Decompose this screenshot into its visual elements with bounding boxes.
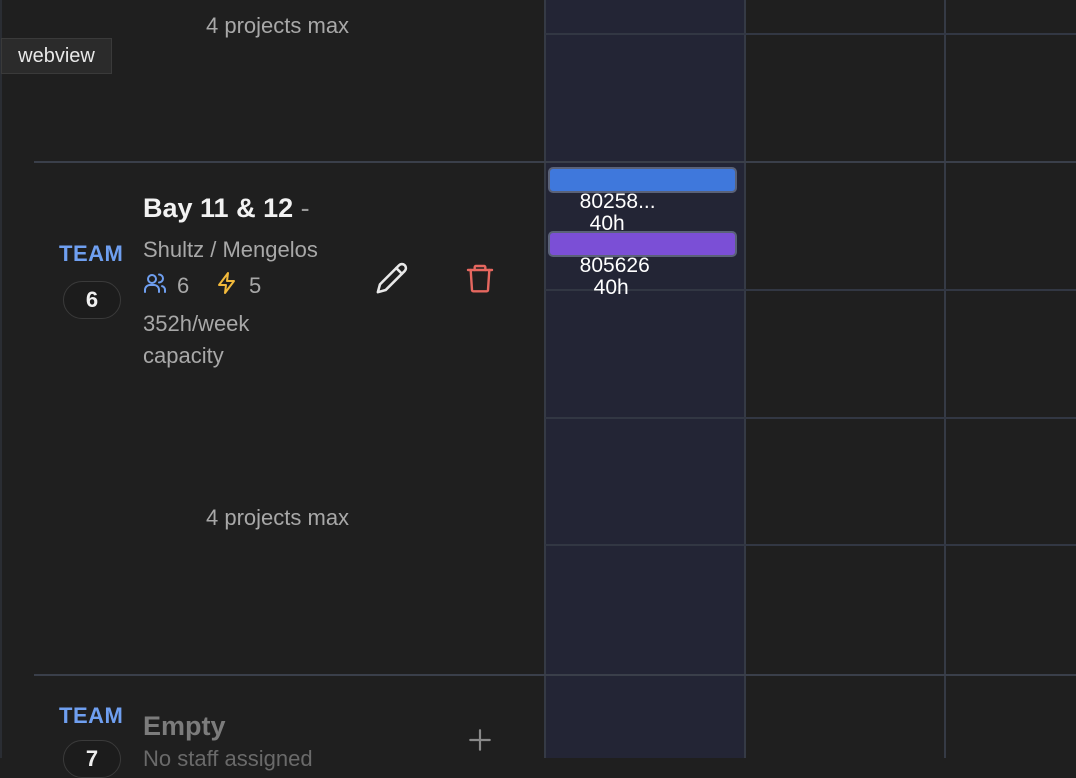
assignment-project: 805626	[579, 254, 650, 277]
team-divider	[34, 161, 1076, 163]
grid-divider	[744, 0, 746, 758]
team-leads: Shultz / Mengelos	[143, 237, 318, 262]
assignment-chip[interactable]: 80258... 40h	[548, 167, 737, 235]
team-title-text: Bay 11 & 12	[143, 193, 294, 223]
team-label: TEAM	[59, 703, 124, 728]
assignment-hours: 40h	[593, 276, 629, 299]
delete-team-button[interactable]	[460, 260, 500, 300]
power-count: 5	[215, 271, 261, 301]
team-title-suffix: -	[300, 193, 310, 223]
grid-divider	[944, 0, 946, 758]
projects-max-note: 4 projects max	[206, 13, 350, 38]
team-subtitle: No staff assigned	[143, 746, 313, 771]
team-title: Bay 11 & 12 -	[143, 193, 310, 224]
lightning-icon	[215, 271, 239, 301]
assignment-project: 80258...	[579, 190, 656, 213]
team-capacity: 352h/week capacity	[143, 308, 249, 372]
team-title: Empty	[143, 711, 226, 741]
grid-row-line	[545, 417, 1076, 419]
capacity-hours: 352h/week	[143, 311, 250, 336]
plus-icon	[467, 727, 493, 758]
team-divider	[34, 674, 1076, 676]
current-week-column	[545, 0, 745, 758]
webview-tooltip: webview	[1, 38, 112, 74]
grid-row-line	[545, 33, 1076, 35]
assignment-chip[interactable]: 805626 40h	[548, 231, 737, 299]
capacity-label: capacity	[143, 343, 224, 368]
team-number-badge: 6	[63, 281, 121, 319]
users-icon	[143, 271, 167, 301]
team-number-badge: 7	[63, 740, 121, 778]
edit-team-button[interactable]	[372, 260, 412, 300]
panel-edge	[0, 0, 2, 758]
staff-count: 6	[143, 271, 189, 301]
pencil-icon	[375, 261, 409, 300]
power-count-value: 5	[249, 273, 262, 298]
trash-icon	[464, 261, 496, 300]
team-label: TEAM	[59, 241, 124, 266]
grid-divider	[544, 0, 546, 758]
add-staff-button[interactable]	[460, 722, 500, 762]
grid-row-line	[545, 544, 1076, 546]
staff-count-value: 6	[177, 273, 190, 298]
projects-max-note: 4 projects max	[206, 505, 350, 530]
